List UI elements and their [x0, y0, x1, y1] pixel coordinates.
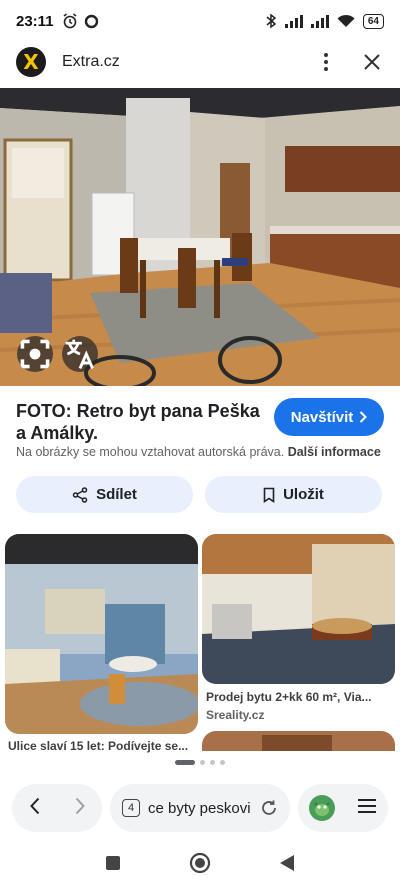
back-button[interactable]: [29, 797, 40, 820]
home-circle-icon: [189, 852, 211, 874]
share-label: Sdílet: [96, 486, 137, 503]
navigation-group: [12, 784, 102, 832]
bookmark-icon: [263, 487, 275, 503]
toolbar-right-group: [298, 784, 388, 832]
circle-icon: [84, 14, 98, 28]
browser-toolbar: 4 ce byty peskovi: [0, 780, 400, 836]
close-button[interactable]: [360, 50, 384, 74]
share-icon: [72, 486, 88, 503]
url-text[interactable]: ce byty peskovi: [148, 800, 252, 817]
dinosaur-avatar-icon: [314, 802, 330, 816]
recents-button[interactable]: [105, 855, 121, 876]
system-navigation-bar: [0, 842, 400, 889]
lens-button[interactable]: [17, 336, 53, 372]
studio-kitchen-photo: [5, 534, 198, 734]
copyright-note: Na obrázky se mohou vztahovat autorská p…: [16, 445, 381, 459]
tab-switcher-button[interactable]: 4: [122, 799, 140, 817]
translate-button[interactable]: [62, 336, 98, 372]
visit-label: Navštívit: [290, 408, 354, 426]
signal-icon: [310, 14, 329, 28]
site-name[interactable]: Extra.cz: [62, 53, 120, 71]
battery-icon: 64: [362, 13, 384, 29]
hamburger-icon: [358, 798, 376, 813]
forward-button[interactable]: [75, 797, 85, 820]
related-source-2: Sreality.cz: [206, 708, 265, 722]
square-icon: [106, 856, 120, 870]
related-image-1[interactable]: [5, 534, 198, 734]
chevron-left-icon: [29, 797, 39, 814]
back-system-button[interactable]: [279, 854, 295, 877]
clock: 23:11: [16, 12, 54, 30]
share-button[interactable]: Sdílet: [16, 476, 193, 513]
related-image-2[interactable]: [202, 534, 395, 684]
more-options-button[interactable]: [314, 50, 338, 74]
pager-dots: [175, 760, 225, 765]
menu-button[interactable]: [357, 798, 377, 819]
apartment-kitchen-photo: [202, 534, 395, 684]
pager-dot-active: [175, 760, 195, 765]
visit-button[interactable]: Navštívit: [274, 398, 384, 436]
save-label: Uložit: [283, 486, 324, 503]
more-info-link[interactable]: Další informace: [288, 445, 381, 459]
alarm-icon: [63, 13, 77, 29]
site-header: X Extra.cz: [0, 42, 400, 82]
pager-dot: [210, 760, 215, 765]
signal-icon: [284, 14, 303, 28]
more-vert-icon: [324, 53, 328, 71]
home-button[interactable]: [189, 852, 211, 879]
room-photo: [202, 731, 395, 751]
pager-dot: [200, 760, 205, 765]
wifi-icon: [337, 14, 355, 27]
translate-icon: [65, 339, 94, 369]
related-caption-1[interactable]: Ulice slaví 15 let: Podívejte se...: [8, 739, 194, 753]
related-image-3[interactable]: [202, 731, 395, 751]
related-caption-2[interactable]: Prodej bytu 2+kk 60 m², Via...: [206, 690, 392, 704]
triangle-back-icon: [280, 855, 294, 871]
save-button[interactable]: Uložit: [205, 476, 382, 513]
bluetooth-icon: [266, 13, 277, 29]
hero-image[interactable]: [0, 88, 400, 386]
lens-icon: [20, 339, 50, 369]
chevron-right-icon: [360, 411, 368, 423]
pager-dot: [220, 760, 225, 765]
address-bar[interactable]: 4 ce byty peskovi: [110, 784, 290, 832]
site-logo[interactable]: X: [16, 47, 46, 77]
kitchen-photo: [0, 88, 400, 386]
result-title: FOTO: Retro byt pana Peška a Amálky.: [16, 401, 260, 443]
chevron-right-icon: [75, 797, 85, 814]
status-bar: 23:11 64: [0, 0, 400, 42]
close-icon: [364, 54, 380, 70]
reload-icon[interactable]: [260, 799, 278, 817]
profile-avatar[interactable]: [309, 795, 335, 821]
